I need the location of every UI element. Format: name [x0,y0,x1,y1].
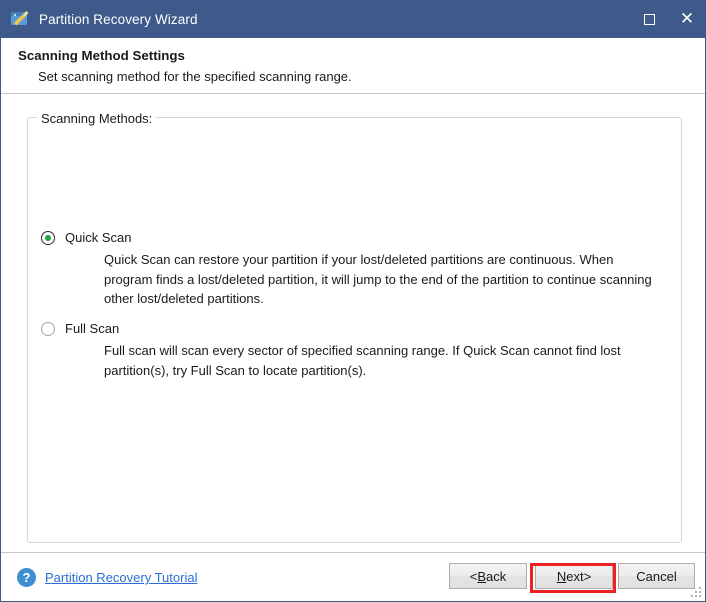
next-button-rest: ext [566,568,584,584]
maximize-icon [643,13,655,25]
svg-text:?: ? [23,570,31,585]
next-button-suffix: > [583,568,592,584]
wizard-header: Scanning Method Settings Set scanning me… [1,38,705,93]
close-button[interactable]: ✕ [668,0,706,38]
page-subtitle: Set scanning method for the specified sc… [38,69,352,84]
wizard-body: Quick Scan Quick Scan can restore your p… [1,94,705,552]
back-button-prefix: < [469,568,478,584]
page-title: Scanning Method Settings [18,48,185,63]
scanning-methods-groupbox [27,117,682,543]
partition-recovery-wizard-window: Partition Recovery Wizard ✕ Scanning Met… [0,0,706,602]
radio-option-quick-scan[interactable]: Quick Scan [41,230,131,245]
description-quick-scan: Quick Scan can restore your partition if… [104,252,652,306]
window-controls: ✕ [630,0,706,38]
question-mark-icon[interactable]: ? [17,568,36,587]
title-bar[interactable]: Partition Recovery Wizard ✕ [0,0,706,38]
resize-grip[interactable] [691,587,701,597]
radio-full-scan[interactable] [41,322,55,336]
cancel-button[interactable]: Cancel [618,563,695,589]
description-full-scan: Full scan will scan every sector of spec… [104,343,621,378]
cancel-button-label: Cancel [636,568,677,584]
radio-option-full-scan[interactable]: Full Scan [41,321,119,336]
radio-label-quick-scan: Quick Scan [65,230,132,245]
radio-quick-scan[interactable] [41,231,55,245]
wizard-footer: ? Partition Recovery Tutorial < Back Nex… [1,553,705,601]
back-button[interactable]: < Back [449,563,527,589]
maximize-button[interactable] [630,0,668,38]
next-button-accel: N [556,568,567,584]
window-title: Partition Recovery Wizard [39,11,198,27]
partition-recovery-tutorial-link[interactable]: Partition Recovery Tutorial [45,570,197,585]
wizard-wand-icon [10,9,30,29]
close-icon: ✕ [679,8,695,29]
radio-label-full-scan: Full Scan [65,321,120,336]
next-button[interactable]: Next > [535,563,613,589]
back-button-accel: B [477,568,487,584]
back-button-rest: ack [486,568,507,584]
groupbox-legend: Scanning Methods: [37,111,157,126]
